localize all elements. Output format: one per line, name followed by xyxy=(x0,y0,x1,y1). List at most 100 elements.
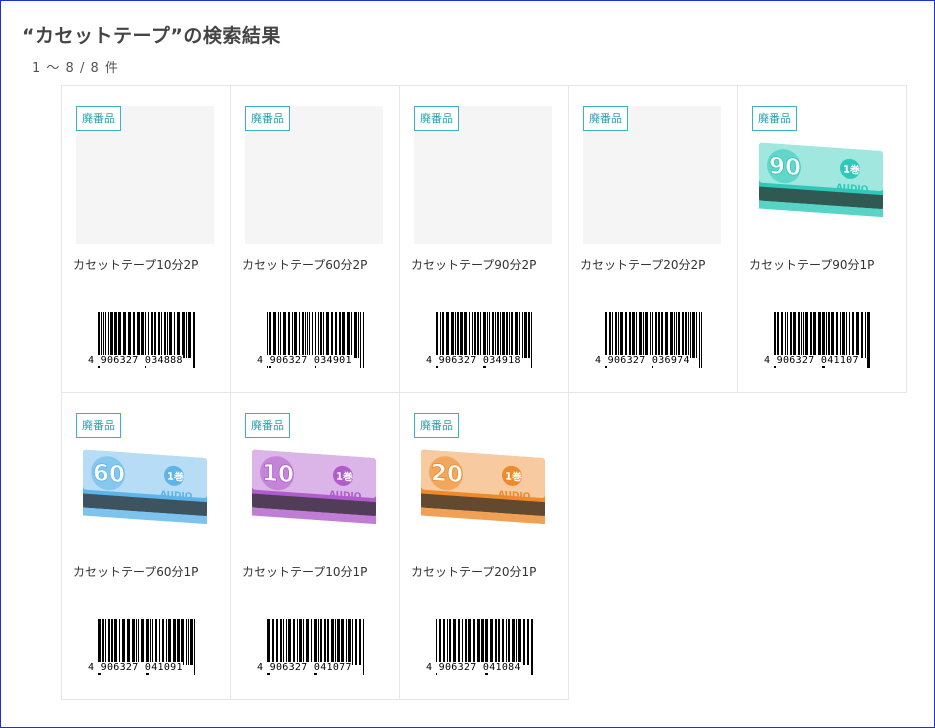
product-card[interactable]: 廃番品 カセットテープ10分2P 4 906327 034888 xyxy=(61,85,231,393)
barcode-bar xyxy=(502,312,505,358)
barcode-bar xyxy=(861,312,863,358)
barcode-bar xyxy=(449,619,451,665)
discontinued-badge: 廃番品 xyxy=(414,413,459,438)
product-name[interactable]: カセットテープ20分1P xyxy=(411,563,536,580)
barcode-bar xyxy=(348,619,351,665)
barcode-bar xyxy=(326,312,329,358)
barcode-bar xyxy=(451,312,454,358)
barcode-bar xyxy=(661,312,663,358)
barcode-bar xyxy=(303,619,304,665)
barcode-bar xyxy=(299,619,302,665)
barcode-bar xyxy=(655,312,657,358)
barcode-bar xyxy=(312,312,313,358)
barcode-bar xyxy=(787,312,788,358)
barcode-bar xyxy=(865,312,866,358)
barcode-bar xyxy=(523,619,525,665)
box-count-label: 1巻 xyxy=(843,162,861,176)
product-name[interactable]: カセットテープ20分2P xyxy=(580,256,705,273)
barcode-bar xyxy=(828,312,830,358)
barcode-bar xyxy=(292,312,293,358)
product-name[interactable]: カセットテープ10分2P xyxy=(73,256,198,273)
discontinued-badge: 廃番品 xyxy=(245,413,290,438)
barcode-bar xyxy=(518,619,521,665)
barcode-bar xyxy=(658,312,660,358)
barcode-bar xyxy=(516,619,517,665)
barcode-bar xyxy=(177,619,180,665)
barcode-bar xyxy=(355,619,357,665)
barcode-bar xyxy=(188,312,191,358)
jan-code: 4 906327 041107 xyxy=(764,355,859,366)
barcode-bar xyxy=(696,312,697,358)
barcode-bar xyxy=(472,312,473,358)
product-card[interactable]: 10 1巻 AUDIO 廃番品 カセットテープ10分1P 4 906327 0410… xyxy=(230,392,400,700)
barcode-bar xyxy=(477,619,480,665)
product-card[interactable]: 90 1巻 AUDIO 廃番品 カセットテープ90分1P 4 906327 0411… xyxy=(737,85,907,393)
barcode-bar xyxy=(359,619,361,665)
barcode-bar xyxy=(108,312,109,358)
barcode-bar xyxy=(181,619,184,665)
product-name[interactable]: カセットテープ60分2P xyxy=(242,256,367,273)
barcode-bar xyxy=(162,619,164,665)
barcode-bar xyxy=(670,312,673,358)
discontinued-badge: 廃番品 xyxy=(752,106,797,131)
barcode-bar xyxy=(512,619,515,665)
barcode-bar xyxy=(612,312,613,358)
product-card[interactable]: 廃番品 カセットテープ90分2P 4 906327 034918 xyxy=(399,85,569,393)
box-number: 20 xyxy=(431,460,463,488)
product-card[interactable]: 廃番品 カセットテープ60分2P 4 906327 034901 xyxy=(230,85,400,393)
barcode-bar xyxy=(166,619,167,665)
barcode-bar xyxy=(286,619,287,665)
barcode-bar xyxy=(645,312,648,358)
barcode-bar xyxy=(502,619,504,665)
box-number: 60 xyxy=(93,460,125,488)
barcode-bar xyxy=(339,312,341,358)
barcode-bar xyxy=(447,619,448,665)
barcode-bar xyxy=(272,619,274,665)
barcode-bar xyxy=(342,312,345,358)
barcode-bar xyxy=(497,312,499,358)
box-count-label: 1巻 xyxy=(167,469,185,483)
product-name[interactable]: カセットテープ10分1P xyxy=(242,563,367,580)
barcode-bar xyxy=(127,619,130,665)
barcode-bar xyxy=(524,312,527,358)
barcode-bar xyxy=(177,312,180,358)
barcode-bar xyxy=(102,619,104,665)
barcode-bar xyxy=(283,312,286,358)
barcode-bar xyxy=(331,312,333,358)
barcode-bar xyxy=(650,312,651,358)
barcode-bar xyxy=(182,312,185,358)
barcode-bar xyxy=(500,312,501,358)
barcode-bar xyxy=(337,619,340,665)
barcode-bar xyxy=(141,619,144,665)
barcode-bar xyxy=(688,312,689,358)
barcode-bar xyxy=(509,312,510,358)
barcode-bar xyxy=(137,312,140,358)
barcode-bar xyxy=(826,312,827,358)
barcode-bar xyxy=(781,312,783,358)
product-name[interactable]: カセットテープ90分1P xyxy=(749,256,874,273)
barcode-bar xyxy=(690,312,691,358)
barcode-bar xyxy=(105,619,106,665)
discontinued-badge: 廃番品 xyxy=(583,106,628,131)
barcode-bar xyxy=(810,312,812,358)
barcode-bar xyxy=(164,312,166,358)
barcode-bar xyxy=(489,312,490,358)
product-card[interactable]: 廃番品 カセットテープ20分2P 4 906327 036974 xyxy=(568,85,738,393)
barcode-bar xyxy=(288,619,291,665)
barcode-bar xyxy=(818,312,821,358)
barcode-bar xyxy=(849,312,850,358)
barcode-bar xyxy=(465,619,467,665)
barcode-bar xyxy=(307,312,308,358)
product-name[interactable]: カセットテープ60分1P xyxy=(73,563,198,580)
barcode-bar xyxy=(111,619,113,665)
barcode-bar xyxy=(278,312,279,358)
barcode-bar xyxy=(643,312,644,358)
barcode-bar xyxy=(511,312,513,358)
product-name[interactable]: カセットテープ90分2P xyxy=(411,256,536,273)
product-card[interactable]: 20 1巻 AUDIO 廃番品 カセットテープ20分1P 4 906327 0410… xyxy=(399,392,569,700)
product-card[interactable]: 60 1巻 AUDIO 廃番品 カセットテープ60分1P 4 906327 0410… xyxy=(61,392,231,700)
barcode-bar xyxy=(678,312,680,358)
barcode-bar xyxy=(299,312,300,358)
barcode-bar xyxy=(462,619,463,665)
barcode-bar xyxy=(168,619,171,665)
